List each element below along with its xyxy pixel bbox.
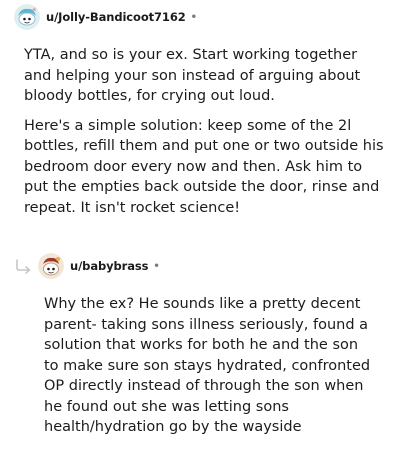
comment-paragraph: Why the ex? He sounds like a pretty dece…	[44, 296, 371, 435]
comment-body: YTA, and so is your ex. Start working to…	[24, 45, 384, 227]
comment-username[interactable]: u/babybrass	[70, 259, 148, 273]
comment-body: Why the ex? He sounds like a pretty dece…	[44, 294, 376, 447]
snoo-avatar-icon[interactable]	[14, 4, 40, 30]
snoo-avatar-icon[interactable]	[38, 253, 64, 279]
comment-header: u/babybrass •	[14, 252, 160, 280]
meta-separator: •	[190, 11, 198, 23]
meta-separator: •	[153, 260, 160, 272]
comment-paragraph: Here's a simple solution: keep some of t…	[24, 117, 384, 216]
reply-arrow-icon	[16, 259, 31, 274]
comment-header: u/Jolly-Bandicoot7162 •	[14, 3, 197, 31]
comment-username[interactable]: u/Jolly-Bandicoot7162	[46, 10, 186, 24]
comment-paragraph: YTA, and so is your ex. Start working to…	[24, 47, 361, 104]
